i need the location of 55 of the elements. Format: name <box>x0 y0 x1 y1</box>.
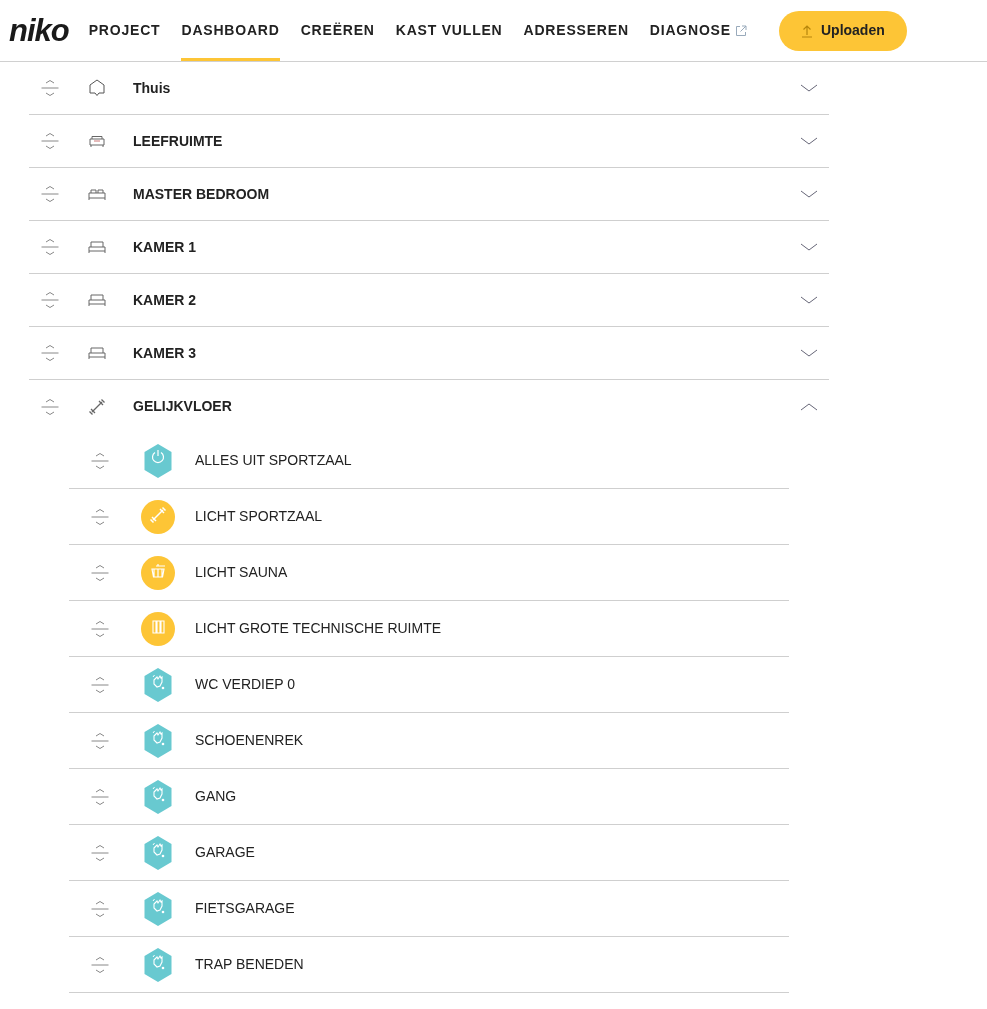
action-name[interactable]: TRAP BENEDEN <box>195 954 304 975</box>
expand-chevron-icon[interactable] <box>800 348 818 358</box>
expand-chevron-icon[interactable] <box>800 295 818 305</box>
reorder-icon <box>91 563 109 582</box>
reorder-icon <box>41 238 59 256</box>
reorder-icon <box>91 787 109 806</box>
room-name[interactable]: KAMER 3 <box>133 342 800 364</box>
nav-tab[interactable]: ADRESSEREN <box>523 0 629 61</box>
expand-chevron-icon[interactable] <box>800 83 818 93</box>
action-name[interactable]: SCHOENENREK <box>195 730 304 751</box>
action-name[interactable]: GANG <box>195 786 237 807</box>
reorder-icon <box>41 79 59 97</box>
collapse-chevron-icon[interactable] <box>800 401 818 412</box>
nav-tab[interactable]: DIAGNOSE <box>649 0 747 61</box>
reorder-icon <box>91 731 109 750</box>
reorder-icon <box>41 185 59 203</box>
reorder-icon <box>91 619 109 638</box>
upload-button[interactable]: Uploaden <box>778 10 907 51</box>
dumbbell-icon <box>141 499 175 534</box>
room-name[interactable]: GELIJKVLOER <box>133 396 800 417</box>
reorder-icon <box>41 291 59 309</box>
bucket-icon <box>141 555 175 590</box>
room-name[interactable]: KAMER 1 <box>133 236 800 258</box>
expand-chevron-icon[interactable] <box>800 136 818 146</box>
action-name[interactable]: LICHT SPORTZAAL <box>195 506 323 527</box>
house-icon <box>87 78 107 98</box>
reorder-icon <box>91 843 109 862</box>
upload-icon <box>801 23 813 38</box>
room-name[interactable]: MASTER BEDROOM <box>133 183 800 205</box>
reorder-icon <box>91 955 109 974</box>
nav-tab[interactable]: CREËREN <box>300 0 375 61</box>
reorder-icon <box>91 899 109 918</box>
reorder-icon <box>41 397 59 416</box>
action-name[interactable]: LICHT SAUNA <box>195 562 288 583</box>
action-name[interactable]: FIETSGARAGE <box>195 898 295 919</box>
nav-tab[interactable]: KAST VULLEN <box>395 0 503 61</box>
nav-tab[interactable]: PROJECT <box>88 0 161 61</box>
action-name[interactable]: WC VERDIEP 0 <box>195 674 296 695</box>
reorder-icon <box>41 344 59 362</box>
action-name[interactable]: LICHT GROTE TECHNISCHE RUIMTE <box>195 618 442 639</box>
reorder-icon <box>41 132 59 150</box>
nav-tab[interactable]: DASHBOARD <box>181 0 280 61</box>
reorder-icon <box>91 675 109 694</box>
reorder-icon <box>91 507 109 526</box>
expand-chevron-icon[interactable] <box>800 242 818 252</box>
action-name[interactable]: GARAGE <box>195 842 255 863</box>
reorder-icon <box>91 451 109 470</box>
room-name[interactable]: Thuis <box>133 77 800 99</box>
action-name[interactable]: ALLES UIT SPORTZAAL <box>195 450 352 471</box>
room-name[interactable]: KAMER 2 <box>133 289 800 311</box>
dumbbell-icon <box>87 396 107 417</box>
room-name[interactable]: LEEFRUIMTE <box>133 130 800 152</box>
tubes-icon <box>141 611 175 646</box>
logo: niko <box>9 15 69 46</box>
expand-chevron-icon[interactable] <box>800 189 818 199</box>
